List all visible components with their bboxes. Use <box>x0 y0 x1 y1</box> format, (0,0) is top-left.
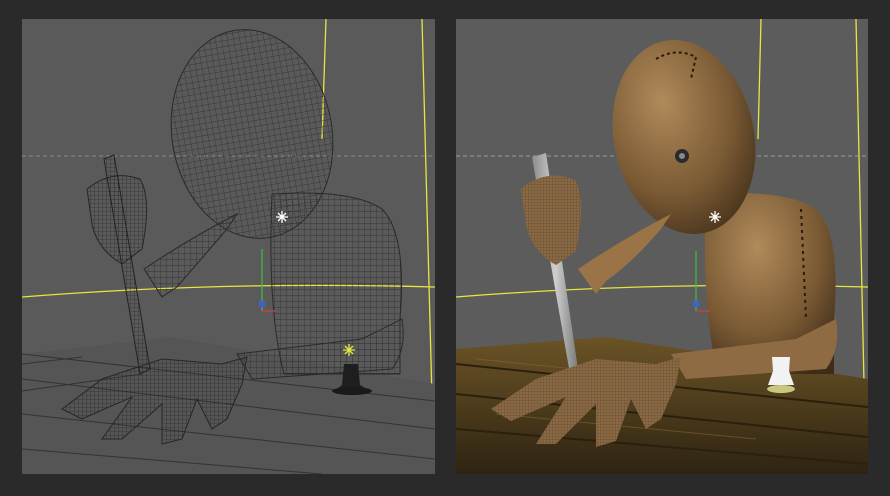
textured-scene[interactable] <box>456 19 868 474</box>
left-arm-mesh[interactable] <box>143 212 239 298</box>
raised-hand-textured[interactable] <box>521 175 581 265</box>
wireframe-viewport[interactable] <box>22 19 435 474</box>
viewport-divider[interactable] <box>435 0 456 496</box>
camera-guide-line <box>757 19 762 140</box>
textured-viewport[interactable] <box>456 19 868 474</box>
left-arm-textured[interactable] <box>578 214 671 294</box>
wireframe-scene[interactable] <box>22 19 435 474</box>
